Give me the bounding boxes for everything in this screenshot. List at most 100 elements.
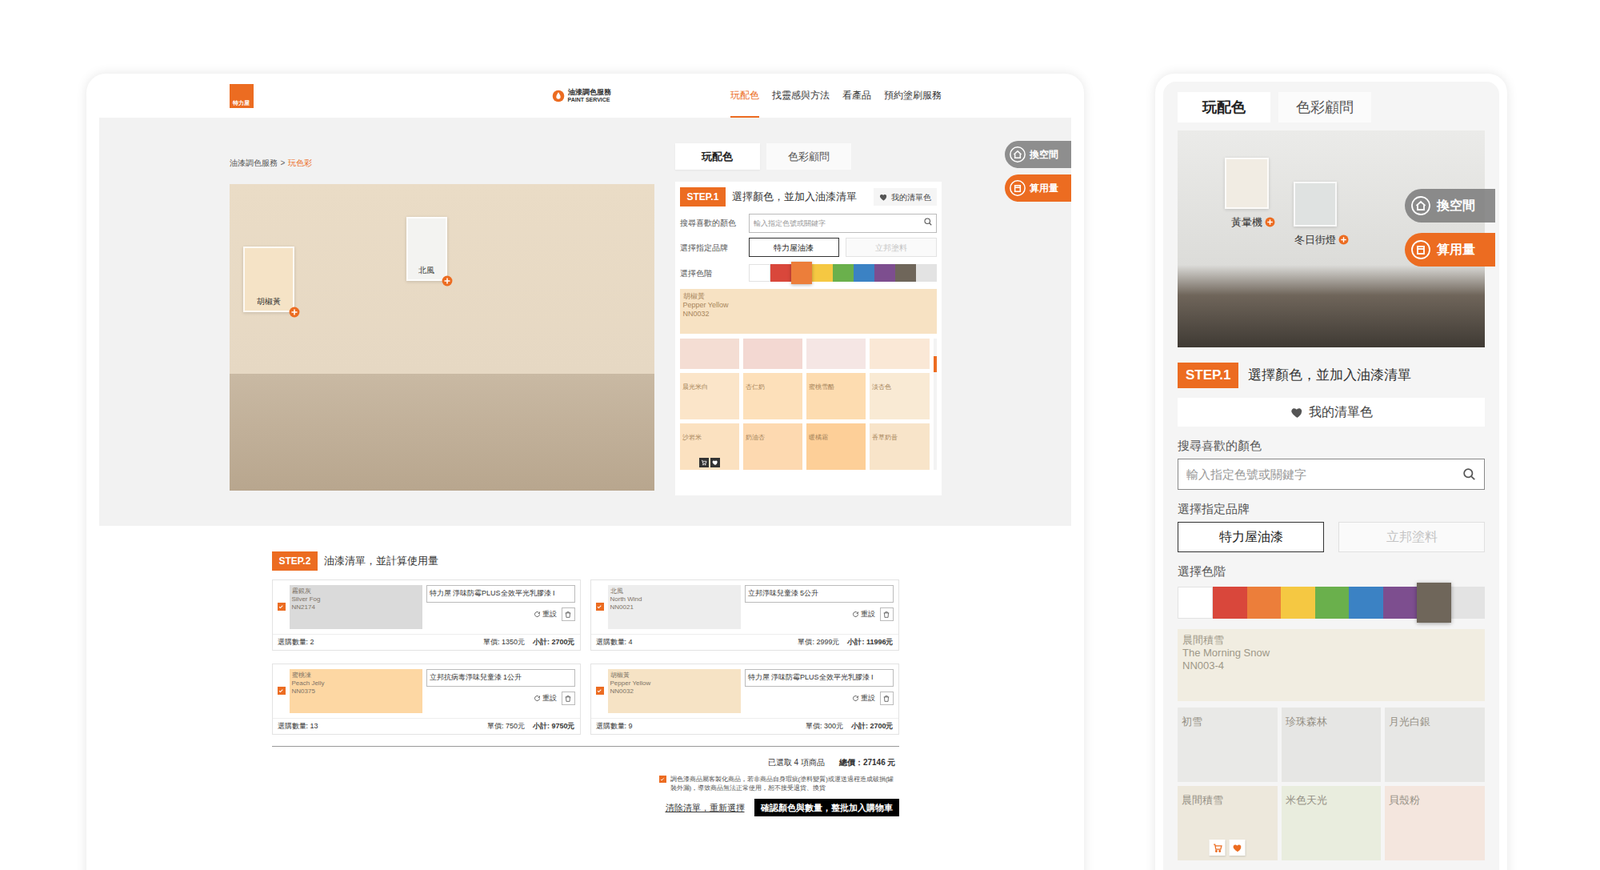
- delete-button[interactable]: [880, 691, 894, 705]
- side-button[interactable]: 算用量: [1404, 232, 1496, 267]
- room-color-tag[interactable]: 胡椒黃: [243, 246, 295, 312]
- color-swatch[interactable]: 香草奶昔: [869, 423, 929, 470]
- nav-item[interactable]: 看產品: [842, 73, 872, 118]
- color-swatch[interactable]: 蜜桃雪酪: [806, 372, 866, 420]
- color-swatch[interactable]: 晨間積雪: [1177, 785, 1278, 860]
- clear-list-link[interactable]: 清除清單，重新選擇: [665, 800, 745, 815]
- color-search-input[interactable]: [1177, 458, 1485, 490]
- add-to-cart-all-button[interactable]: 確認顏色與數量，整批加入購物車: [754, 798, 900, 816]
- room-preview[interactable]: 胡椒黃 北風: [229, 184, 655, 491]
- featured-swatch[interactable]: 晨間積雪The Morning SnowNN003-4: [1177, 628, 1485, 701]
- panel-tab[interactable]: 玩配色: [675, 143, 760, 170]
- reset-button[interactable]: 重設: [852, 692, 876, 704]
- store-logo[interactable]: 特力屋: [229, 84, 254, 108]
- paint-service-brand[interactable]: 油漆調色服務PAINT SERVICE: [552, 73, 612, 118]
- color-swatch[interactable]: [743, 338, 803, 369]
- brand-option[interactable]: 特力屋油漆: [1177, 521, 1324, 552]
- panel-tab[interactable]: 色彩顧問: [1278, 92, 1372, 123]
- shade-chip[interactable]: [1212, 586, 1247, 619]
- featured-swatch[interactable]: 胡椒黃Pepper YellowNN0032: [680, 288, 937, 334]
- shade-chip[interactable]: [1280, 586, 1315, 619]
- product-select[interactable]: 特力屋 淨味防霉PLUS全效平光乳膠漆 I: [426, 584, 576, 603]
- shade-chip[interactable]: [748, 264, 772, 282]
- product-select[interactable]: 特力屋 淨味防霉PLUS全效平光乳膠漆 I: [744, 668, 894, 687]
- favorite-button[interactable]: [710, 457, 720, 468]
- shade-chip[interactable]: [832, 264, 854, 282]
- shade-chip[interactable]: [770, 264, 792, 282]
- color-swatch[interactable]: [869, 338, 929, 369]
- nav-item[interactable]: 玩配色: [730, 73, 760, 118]
- favorite-button[interactable]: [1229, 839, 1246, 856]
- breadcrumb-item[interactable]: 玩色彩: [288, 156, 312, 169]
- shade-chip[interactable]: [895, 264, 916, 282]
- favorites-button[interactable]: 我的清單色: [873, 188, 937, 206]
- color-swatch[interactable]: 杏仁奶: [743, 372, 803, 420]
- add-color-icon[interactable]: [1264, 216, 1276, 228]
- color-swatch[interactable]: 晨光米白: [680, 372, 740, 420]
- shade-chip[interactable]: [1315, 586, 1349, 619]
- checkbox[interactable]: [659, 775, 667, 783]
- product-select[interactable]: 立邦淨味兒童漆 5公升: [744, 584, 894, 603]
- color-swatch[interactable]: 米色天光: [1281, 785, 1382, 860]
- nav-item[interactable]: 預約塗刷服務: [884, 73, 942, 118]
- color-search-input[interactable]: [748, 213, 937, 233]
- side-button[interactable]: 換空間: [1004, 140, 1072, 168]
- shade-chip[interactable]: [1416, 582, 1451, 623]
- color-swatch[interactable]: [680, 338, 740, 369]
- color-swatch[interactable]: 月光白銀: [1384, 707, 1485, 782]
- add-color-icon[interactable]: [1338, 234, 1349, 245]
- add-to-cart-button[interactable]: [699, 457, 709, 468]
- shade-chip[interactable]: [916, 264, 937, 282]
- shade-chip[interactable]: [812, 264, 833, 282]
- side-button[interactable]: 算用量: [1004, 174, 1072, 202]
- color-swatch[interactable]: 貝殼粉: [1384, 785, 1485, 860]
- panel-tab[interactable]: 玩配色: [1177, 92, 1271, 123]
- color-swatch[interactable]: [806, 338, 866, 369]
- cart-icon[interactable]: [700, 459, 708, 466]
- shade-chip[interactable]: [1348, 586, 1383, 619]
- room-color-tag[interactable]: 北風: [406, 216, 448, 281]
- shade-chip[interactable]: [1177, 586, 1213, 619]
- room-color-tag[interactable]: 冬日街燈: [1293, 181, 1337, 249]
- add-color-icon[interactable]: [441, 275, 453, 287]
- color-swatch[interactable]: 淡杏色: [869, 372, 929, 420]
- color-swatch[interactable]: 奶油杏: [743, 423, 803, 470]
- breadcrumb-item[interactable]: 油漆調色服務: [229, 156, 278, 169]
- checkbox[interactable]: [277, 686, 286, 695]
- brand-option[interactable]: 特力屋油漆: [748, 237, 840, 257]
- checkbox[interactable]: [277, 602, 286, 611]
- shade-chip[interactable]: [1247, 586, 1281, 619]
- search-icon[interactable]: [923, 216, 933, 227]
- shade-chip[interactable]: [853, 264, 875, 282]
- color-swatch[interactable]: 初雪: [1177, 707, 1278, 782]
- delete-button[interactable]: [880, 607, 894, 621]
- delete-button[interactable]: [561, 691, 576, 705]
- color-swatch[interactable]: 暖橘霜: [806, 423, 866, 470]
- nav-item[interactable]: 找靈感與方法: [772, 73, 830, 118]
- reset-button[interactable]: 重設: [852, 608, 876, 620]
- shade-chip[interactable]: [874, 264, 896, 282]
- color-swatch[interactable]: 沙岩米: [680, 423, 740, 470]
- side-button[interactable]: 換空間: [1404, 188, 1496, 223]
- room-color-tag[interactable]: 黃暈機: [1224, 157, 1269, 232]
- shade-chip[interactable]: [1383, 586, 1417, 619]
- cart-icon[interactable]: [1212, 842, 1223, 853]
- checkbox[interactable]: [596, 686, 604, 695]
- delete-button[interactable]: [561, 607, 576, 621]
- shade-chip[interactable]: [791, 261, 812, 284]
- color-swatch[interactable]: 珍珠森林: [1281, 707, 1382, 782]
- favorites-button[interactable]: 我的清單色: [1177, 397, 1485, 427]
- scroll-track[interactable]: [933, 338, 937, 470]
- breadcrumb-label: 油漆調色服務: [229, 158, 278, 168]
- panel-tab[interactable]: 色彩顧問: [766, 143, 852, 170]
- add-color-icon[interactable]: [288, 306, 300, 318]
- scroll-thumb[interactable]: [933, 356, 937, 372]
- reset-button[interactable]: 重設: [533, 608, 557, 620]
- add-to-cart-button[interactable]: [1209, 839, 1226, 856]
- search-icon[interactable]: [1461, 466, 1477, 482]
- site-header: 特力屋 油漆調色服務PAINT SERVICE 玩配色找靈感與方法看產品預約塗刷服務: [229, 73, 942, 118]
- reset-button[interactable]: 重設: [533, 692, 557, 704]
- product-select[interactable]: 立邦抗病毒淨味兒童漆 1公升: [426, 668, 576, 687]
- shade-chip[interactable]: [1451, 586, 1485, 619]
- checkbox[interactable]: [596, 602, 604, 611]
